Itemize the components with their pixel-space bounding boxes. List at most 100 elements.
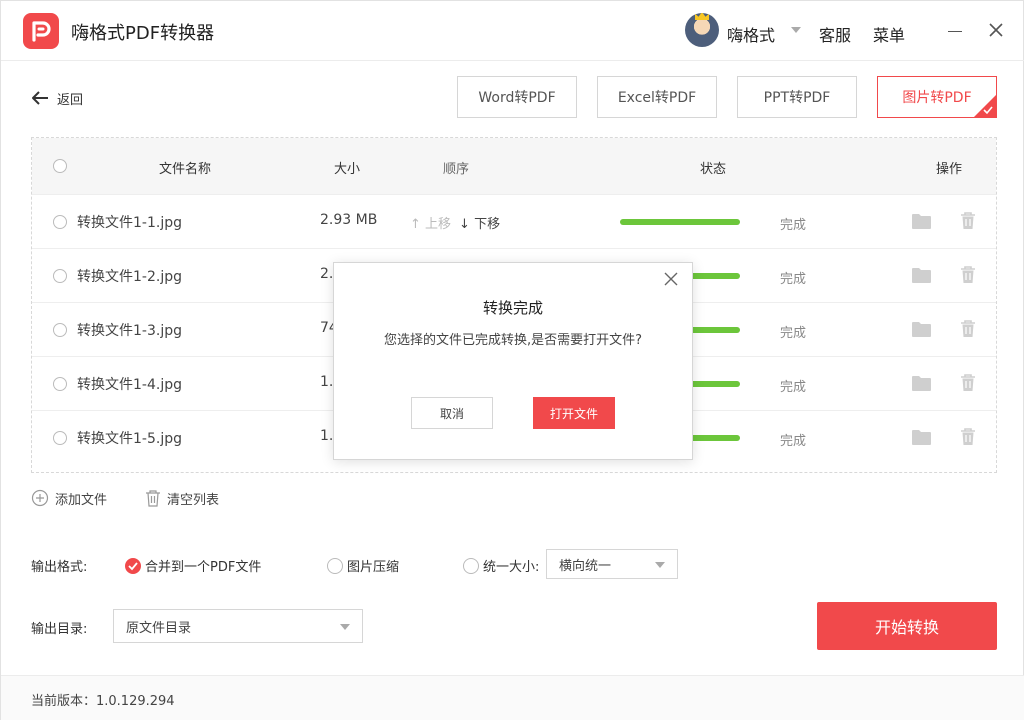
- size-mode-value: 横向统一: [559, 558, 612, 574]
- row-select-radio[interactable]: [53, 215, 67, 229]
- header-size: 大小: [334, 162, 361, 177]
- tab-ppt-to-pdf[interactable]: PPT转PDF: [737, 76, 857, 118]
- app-logo-icon: [23, 13, 59, 49]
- row-select-radio[interactable]: [53, 323, 67, 337]
- dialog-cancel-button[interactable]: 取消: [411, 397, 493, 429]
- open-folder-button[interactable]: [912, 375, 931, 391]
- uniform-size-label: 统一大小:: [483, 560, 540, 575]
- output-dir-value: 原文件目录: [126, 620, 192, 636]
- delete-row-button[interactable]: [960, 428, 976, 446]
- trash-icon: [961, 320, 975, 337]
- tab-image-to-pdf[interactable]: 图片转PDF: [877, 76, 997, 118]
- add-file-button[interactable]: 添加文件: [31, 488, 107, 508]
- image-compress-option[interactable]: 图片压缩: [327, 556, 399, 575]
- move-down-button[interactable]: ↓ 下移: [459, 213, 500, 232]
- open-folder-button[interactable]: [912, 429, 931, 445]
- user-name[interactable]: 嗨格式: [727, 22, 775, 46]
- minimize-button[interactable]: [948, 31, 962, 32]
- file-size: 2.: [320, 266, 334, 282]
- tab-word-to-pdf[interactable]: Word转PDF: [457, 76, 577, 118]
- trash-icon: [961, 266, 975, 283]
- tab-excel-to-pdf[interactable]: Excel转PDF: [597, 76, 717, 118]
- dialog-title: 转换完成: [482, 299, 543, 317]
- file-name: 转换文件1-2.jpg: [77, 269, 182, 285]
- order-controls: ↑ 上移 ↓ 下移: [410, 213, 500, 232]
- trash-icon: [961, 374, 975, 391]
- file-size: 1.: [320, 428, 334, 444]
- size-mode-select[interactable]: 横向统一: [546, 549, 678, 579]
- start-convert-button[interactable]: 开始转换: [817, 602, 997, 650]
- chevron-down-icon[interactable]: [791, 27, 801, 33]
- arrow-left-icon: [32, 91, 48, 105]
- row-select-radio[interactable]: [53, 269, 67, 283]
- dialog-message: 您选择的文件已完成转换,是否需要打开文件?: [383, 333, 643, 348]
- table-header: 文件名称 大小 顺序 状态 操作: [32, 138, 996, 194]
- tab-label: 图片转PDF: [902, 90, 972, 106]
- folder-icon: [912, 376, 931, 391]
- add-file-label: 添加文件: [55, 492, 108, 508]
- dialog-close-button[interactable]: [664, 271, 678, 286]
- status-text: 完成: [780, 434, 807, 449]
- back-button[interactable]: 返回: [31, 87, 83, 109]
- merge-pdf-option[interactable]: 合并到一个PDF文件: [125, 556, 261, 575]
- chevron-down-icon: [655, 562, 665, 568]
- delete-row-button[interactable]: [960, 266, 976, 284]
- file-name: 转换文件1-5.jpg: [77, 431, 182, 447]
- status-text: 完成: [780, 326, 807, 341]
- status-text: 完成: [780, 380, 807, 395]
- close-icon: [989, 23, 1003, 37]
- header-name: 文件名称: [159, 162, 212, 177]
- conversion-complete-dialog: 转换完成 您选择的文件已完成转换,是否需要打开文件? 取消 打开文件: [333, 262, 693, 460]
- clear-list-button[interactable]: 清空列表: [145, 488, 219, 508]
- dialog-open-file-button[interactable]: 打开文件: [533, 397, 615, 429]
- output-dir-label: 输出目录:: [31, 622, 88, 637]
- trash-icon: [961, 428, 975, 445]
- image-compress-label: 图片压缩: [347, 560, 400, 575]
- uniform-size-option[interactable]: 统一大小:: [463, 556, 539, 575]
- plus-circle-icon: [31, 489, 49, 507]
- app-title: 嗨格式PDF转换器: [71, 23, 215, 44]
- title-bar: 嗨格式PDF转换器 嗨格式 客服 菜单: [1, 1, 1024, 61]
- chevron-down-icon: [340, 624, 350, 630]
- move-down-label: 下移: [474, 217, 501, 232]
- row-select-radio[interactable]: [53, 377, 67, 391]
- close-window-button[interactable]: [987, 21, 1005, 39]
- folder-icon: [912, 214, 931, 229]
- radio-checked-icon: [125, 557, 141, 574]
- move-up-button[interactable]: ↑ 上移: [410, 213, 451, 232]
- tab-label: PPT转PDF: [763, 90, 831, 106]
- crown-icon: [695, 13, 709, 20]
- file-size: 1.: [320, 374, 334, 390]
- trash-icon: [146, 490, 160, 507]
- tab-label: Excel转PDF: [617, 90, 697, 106]
- progress-fill: [620, 219, 740, 225]
- file-name: 转换文件1-3.jpg: [77, 323, 182, 339]
- radio-icon: [327, 557, 343, 574]
- header-order: 顺序: [443, 162, 470, 177]
- tab-label: Word转PDF: [478, 90, 556, 106]
- file-name: 转换文件1-1.jpg: [77, 215, 182, 231]
- table-row[interactable]: 转换文件1-1.jpg 2.93 MB ↑ 上移 ↓ 下移 完成: [32, 194, 996, 248]
- folder-icon: [912, 268, 931, 283]
- delete-row-button[interactable]: [960, 374, 976, 392]
- header-status: 状态: [700, 162, 727, 177]
- select-all-radio[interactable]: [53, 159, 67, 173]
- file-size: 2.93 MB: [320, 212, 378, 228]
- open-folder-button[interactable]: [912, 213, 931, 229]
- close-icon: [664, 272, 678, 286]
- delete-row-button[interactable]: [960, 212, 976, 230]
- open-folder-button[interactable]: [912, 321, 931, 337]
- customer-service-button[interactable]: 客服: [819, 22, 851, 46]
- radio-icon: [463, 557, 479, 574]
- open-folder-button[interactable]: [912, 267, 931, 283]
- back-label: 返回: [57, 92, 84, 108]
- output-dir-select[interactable]: 原文件目录: [113, 609, 363, 643]
- row-select-radio[interactable]: [53, 431, 67, 445]
- output-format-label: 输出格式:: [31, 560, 88, 575]
- file-name: 转换文件1-4.jpg: [77, 377, 182, 393]
- user-avatar[interactable]: [685, 13, 719, 47]
- move-up-label: 上移: [425, 217, 452, 232]
- menu-button[interactable]: 菜单: [873, 22, 905, 46]
- app-window: 嗨格式PDF转换器 嗨格式 客服 菜单 返回 Word转PDF Excel转PD…: [0, 0, 1024, 720]
- delete-row-button[interactable]: [960, 320, 976, 338]
